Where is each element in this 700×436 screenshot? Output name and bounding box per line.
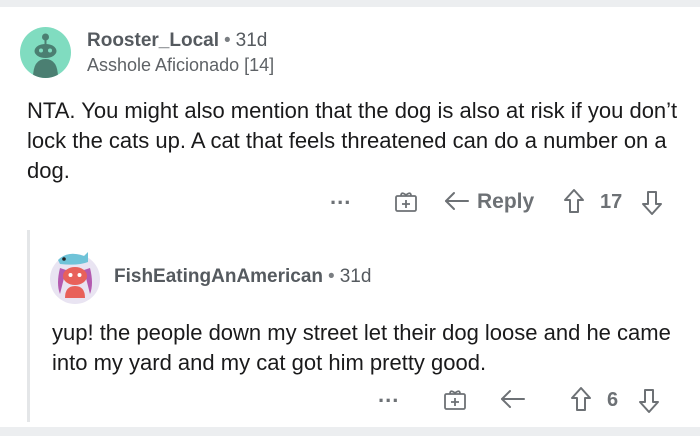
comment-body: yup! the people down my street let their… bbox=[52, 320, 671, 375]
upvote-icon[interactable] bbox=[563, 188, 585, 214]
user-avatar[interactable] bbox=[48, 248, 102, 304]
bottom-divider bbox=[0, 427, 700, 436]
separator-dot: • bbox=[223, 30, 231, 51]
downvote-icon[interactable] bbox=[638, 388, 660, 414]
more-options-button[interactable]: ... bbox=[378, 382, 399, 408]
username[interactable]: FishEatingAnAmerican bbox=[114, 266, 323, 287]
gift-icon[interactable] bbox=[394, 189, 418, 213]
snoo-avatar-icon bbox=[33, 33, 58, 78]
gift-icon[interactable] bbox=[443, 387, 467, 411]
vote-score: 17 bbox=[600, 191, 623, 213]
vote-score: 6 bbox=[607, 389, 619, 411]
comment-age: 31d bbox=[339, 266, 372, 287]
comment-header: FishEatingAnAmerican • 31d bbox=[114, 266, 371, 288]
user-flair: Asshole Aficionado [14] bbox=[87, 55, 275, 75]
separator-dot: • bbox=[328, 266, 335, 287]
top-divider bbox=[0, 0, 700, 7]
reply-icon[interactable] bbox=[500, 388, 526, 410]
comment-header: Rooster_Local • 31d bbox=[87, 30, 267, 52]
reply-icon[interactable] bbox=[444, 190, 470, 212]
comment-actions: ... Reply 17 bbox=[0, 184, 700, 220]
comment-actions: ... 6 bbox=[0, 382, 700, 418]
username[interactable]: Rooster_Local bbox=[87, 30, 219, 51]
user-avatar[interactable] bbox=[20, 27, 71, 78]
comment-age: 31d bbox=[235, 30, 268, 51]
upvote-icon[interactable] bbox=[570, 386, 592, 412]
snoo-avatar-icon bbox=[50, 252, 100, 304]
more-options-button[interactable]: ... bbox=[330, 184, 351, 210]
downvote-icon[interactable] bbox=[641, 190, 663, 216]
comment-body: NTA. You might also mention that the dog… bbox=[27, 98, 678, 183]
reply-button[interactable]: Reply bbox=[477, 190, 534, 214]
